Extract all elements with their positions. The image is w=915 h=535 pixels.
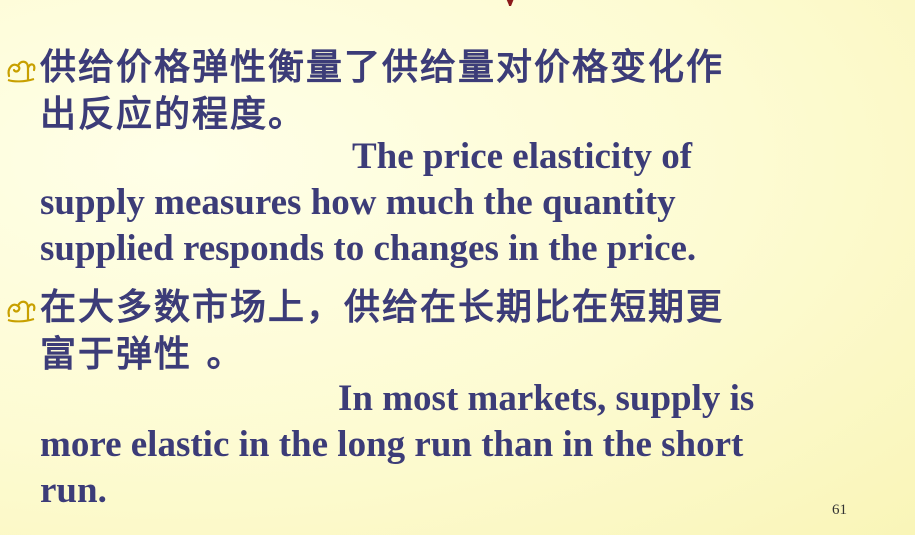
page-number: 61 bbox=[832, 502, 847, 518]
bullet-1-chinese-line-2: 出反应的程度。 bbox=[40, 94, 307, 135]
bullet-2-english-line-2: more elastic in the long run than in the… bbox=[40, 424, 744, 465]
bullet-2-chinese-line-2: 富于弹性 。 bbox=[40, 334, 245, 375]
bullet-1-english-line-1: The price elasticity of bbox=[352, 136, 693, 177]
scroll-bullet-icon bbox=[4, 52, 38, 86]
bullet-2-english-line-1: In most markets, supply is bbox=[338, 378, 755, 419]
title-remnant: y bbox=[500, 0, 540, 6]
bullet-1-english-line-3: supplied responds to changes in the pric… bbox=[40, 228, 697, 269]
bullet-2-english-line-3: run. bbox=[40, 470, 107, 511]
scroll-bullet-icon bbox=[4, 292, 38, 326]
bullet-1-english-line-2: supply measures how much the quantity bbox=[40, 182, 676, 223]
bullet-2-chinese-line-1: 在大多数市场上，供给在长期比在短期更 bbox=[40, 287, 725, 328]
bullet-1-chinese-line-1: 供给价格弹性衡量了供给量对价格变化作 bbox=[40, 47, 725, 88]
